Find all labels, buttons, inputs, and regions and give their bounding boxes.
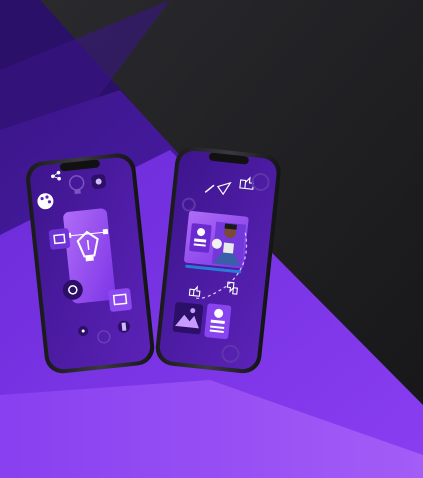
archive-icon bbox=[48, 228, 71, 250]
landscape-photo-icon bbox=[172, 302, 204, 335]
profile-card-icon bbox=[189, 223, 212, 253]
phone-mockup-scene bbox=[0, 0, 423, 478]
bug-icon bbox=[91, 174, 106, 189]
archive-icon bbox=[108, 288, 132, 312]
hero-illustration bbox=[0, 0, 423, 478]
design-tools-phone bbox=[26, 153, 155, 374]
user-card-icon bbox=[204, 303, 232, 340]
